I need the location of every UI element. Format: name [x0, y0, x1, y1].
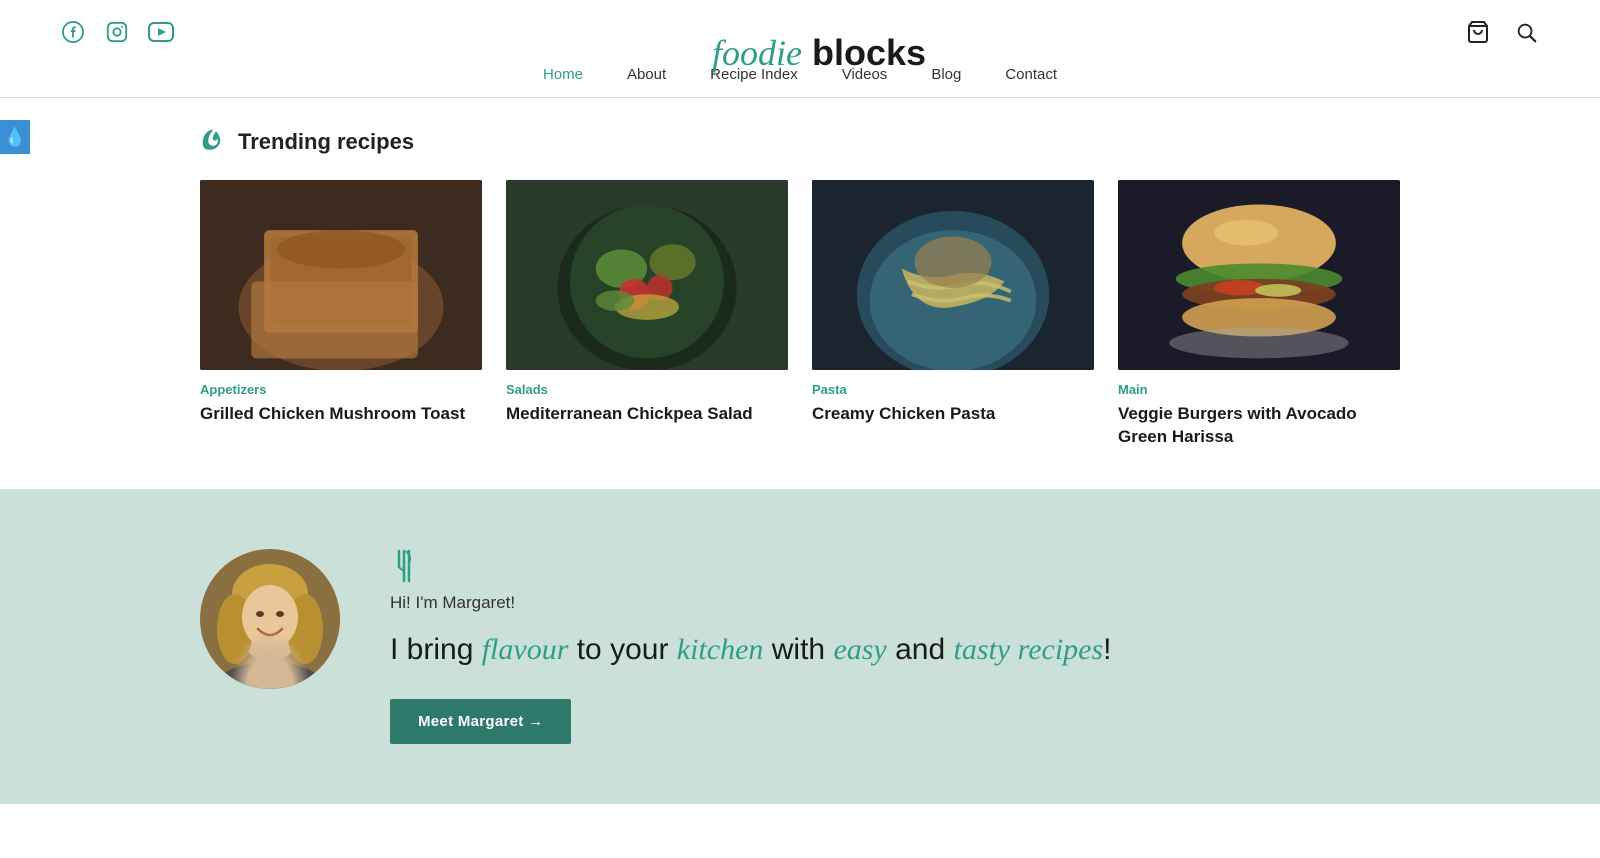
about-text: Hi! I'm Margaret! I bring flavour to you…	[390, 549, 1400, 744]
tagline-text-1: I bring	[390, 633, 482, 666]
recipe-title-2: Mediterranean Chickpea Salad	[506, 403, 788, 426]
instagram-icon[interactable]	[104, 19, 130, 45]
about-greeting: Hi! I'm Margaret!	[390, 593, 1400, 613]
nav-contact[interactable]: Contact	[1005, 66, 1057, 83]
header-actions	[1464, 18, 1540, 46]
recipe-grid: Appetizers Grilled Chicken Mushroom Toas…	[200, 180, 1400, 449]
about-section: Hi! I'm Margaret! I bring flavour to you…	[0, 489, 1600, 804]
youtube-icon[interactable]	[148, 19, 174, 45]
recipe-category-1: Appetizers	[200, 382, 482, 397]
recipe-image-3	[812, 180, 1094, 370]
fire-icon	[200, 128, 226, 156]
main-content: Trending recipes Appetizers Grilled Chic…	[0, 98, 1600, 489]
avatar-container	[200, 549, 340, 689]
recipe-card-3[interactable]: Pasta Creamy Chicken Pasta	[812, 180, 1094, 449]
recipe-title-3: Creamy Chicken Pasta	[812, 403, 1094, 426]
trending-title: Trending recipes	[238, 129, 414, 155]
recipe-card-1[interactable]: Appetizers Grilled Chicken Mushroom Toas…	[200, 180, 482, 449]
trending-header: Trending recipes	[200, 128, 1400, 156]
social-icons	[60, 19, 174, 45]
tagline-tasty: tasty recipes	[953, 633, 1103, 666]
tagline-text-4: and	[887, 633, 954, 666]
recipe-title-1: Grilled Chicken Mushroom Toast	[200, 403, 482, 426]
recipe-title-4: Veggie Burgers with Avocado Green Hariss…	[1118, 403, 1400, 449]
recipe-category-3: Pasta	[812, 382, 1094, 397]
left-badge[interactable]: 💧	[0, 120, 30, 154]
tagline-text-3: with	[763, 633, 833, 666]
tagline-end: !	[1103, 633, 1111, 666]
recipe-category-2: Salads	[506, 382, 788, 397]
nav-about[interactable]: About	[627, 66, 666, 83]
recipe-category-4: Main	[1118, 382, 1400, 397]
badge-icon: 💧	[4, 127, 26, 148]
tagline-kitchen: kitchen	[677, 633, 764, 666]
meet-margaret-button[interactable]: Meet Margaret →	[390, 699, 571, 744]
tagline-flavour: flavour	[482, 633, 569, 666]
recipe-image-4	[1118, 180, 1400, 370]
recipe-card-2[interactable]: Salads Mediterranean Chickpea Salad	[506, 180, 788, 449]
recipe-card-4[interactable]: Main Veggie Burgers with Avocado Green H…	[1118, 180, 1400, 449]
recipe-image-1	[200, 180, 482, 370]
avatar	[200, 549, 340, 689]
site-logo[interactable]: foodie blocks	[712, 32, 926, 74]
recipe-image-2	[506, 180, 788, 370]
nav-blog[interactable]: Blog	[931, 66, 961, 83]
about-tagline: I bring flavour to your kitchen with eas…	[390, 629, 1400, 671]
facebook-icon[interactable]	[60, 19, 86, 45]
site-header: foodie blocks	[0, 0, 1600, 56]
tagline-easy: easy	[833, 633, 886, 666]
tagline-text-2: to your	[568, 633, 676, 666]
utensil-icon	[390, 549, 1400, 583]
nav-home[interactable]: Home	[543, 66, 583, 83]
cart-icon[interactable]	[1464, 18, 1492, 46]
logo-foodie: foodie	[712, 33, 802, 73]
search-icon[interactable]	[1512, 18, 1540, 46]
logo-blocks: blocks	[802, 32, 926, 73]
